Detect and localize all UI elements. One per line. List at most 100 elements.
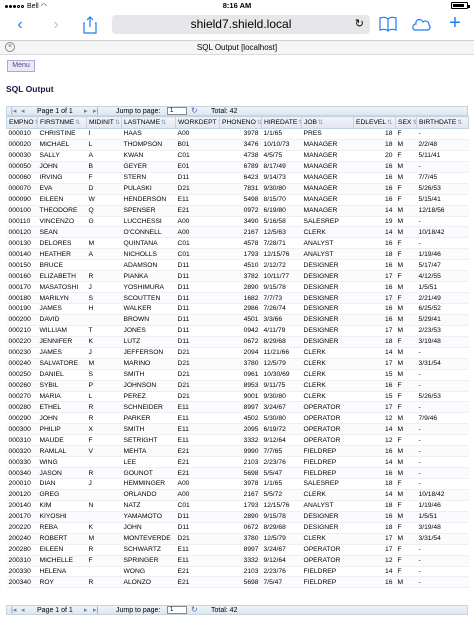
refresh-icon[interactable]: ↻ [191, 106, 198, 115]
chevron-left-icon[interactable]: ‹ [10, 16, 30, 34]
next-page-icon[interactable]: ▸ [84, 606, 88, 614]
table-row[interactable]: 200220 REBA K JOHN D11 0672 8/29/68 DESIGNER 18 F… [6, 522, 469, 534]
column-header-phoneno[interactable]: PHONENO⇅ [219, 116, 262, 129]
table-row[interactable]: 000170 MASATOSHI J YOSHIMURA D11 2890 9/15/78 D… [6, 281, 469, 294]
table-row[interactable]: 000300 PHILIP X SMITH E11 2095 6/19/72 OPERATOR… [6, 423, 469, 436]
column-header-firstnme[interactable]: FIRSTNME⇅ [37, 116, 87, 129]
cell-phoneno: 5698 [219, 467, 262, 479]
cell-edlevel: 16 [353, 303, 396, 315]
cell-empno: 000170 [6, 281, 38, 294]
sort-icon[interactable]: ⇅ [257, 120, 261, 126]
cell-sex: M [395, 161, 417, 173]
table-row[interactable]: 200310 MICHELLE F SPRINGER E11 3332 9/12/64 OPE… [6, 555, 469, 567]
table-row[interactable]: 000330 WING LEE E21 2103 2/23/76 FIELDREP 14 M - [6, 456, 469, 469]
plus-icon[interactable]: + [445, 13, 465, 33]
table-row[interactable]: 000270 MARIA L PEREZ D21 9001 9/30/80 CLERK 15 F 5… [6, 391, 469, 403]
column-header-edlevel[interactable]: EDLEVEL⇅ [353, 116, 396, 129]
table-row[interactable]: 000220 JENNIFER K LUTZ D11 0672 8/29/68 DESIGNE… [6, 336, 469, 348]
table-row[interactable]: 000180 MARILYN S SCOUTTEN D11 1682 7/7/73 DESIG… [6, 292, 469, 304]
table-row[interactable]: 200330 HELENA WONG E21 2103 2/23/76 FIELDREP 14… [6, 566, 469, 578]
share-icon[interactable] [80, 16, 100, 39]
jump-to-page-input[interactable]: 1 [167, 606, 187, 614]
column-header-hiredate[interactable]: HIREDATE⇅ [261, 116, 302, 129]
table-row[interactable]: 000030 SALLY A KWAN C01 4738 4/5/75 MANAGER 20 F 5… [6, 150, 469, 162]
table-row[interactable]: 000140 HEATHER A NICHOLLS C01 1793 12/15/76 ANA… [6, 248, 469, 261]
table-row[interactable]: 000090 EILEEN W HENDERSON E11 5498 8/15/70 MANA… [6, 194, 469, 206]
refresh-icon[interactable]: ↻ [191, 605, 198, 614]
table-row[interactable]: 000230 JAMES J JEFFERSON D21 2094 11/21/66 CLER… [6, 347, 469, 359]
column-header-birthdate[interactable]: BIRTHDATE⇅ [416, 116, 469, 129]
table-row[interactable]: 000290 JOHN R PARKER E11 4502 5/30/80 OPERATOR 1… [6, 412, 469, 425]
table-row[interactable]: 000200 DAVID BROWN D11 4501 3/3/66 DESIGNER 16 M… [6, 314, 469, 326]
table-row[interactable]: 000190 JAMES H WALKER D11 2986 7/26/74 DESIGNER… [6, 303, 469, 315]
menu-button[interactable]: Menu [7, 60, 35, 72]
table-row[interactable]: 200340 ROY R ALONZO E21 5698 7/5/47 FIELDREP 16 M… [6, 576, 469, 589]
column-header-midinit[interactable]: MIDINIT⇅ [86, 116, 122, 129]
jump-to-page-input[interactable]: 1 [167, 107, 187, 115]
table-row[interactable]: 000240 SALVATORE M MARINO D21 3780 12/5/79 CLER… [6, 358, 469, 370]
table-row[interactable]: 200010 DIAN J HEMMINGER A00 3978 1/1/65 SALESRE… [6, 478, 469, 490]
cell-hiredate: 5/5/47 [261, 467, 302, 479]
cell-midinit [86, 456, 122, 469]
cell-firstnme: WILLIAM [37, 325, 87, 337]
table-row[interactable]: 000110 VINCENZO G LUCCHESSI A00 3490 5/16/58 SA… [6, 216, 469, 228]
cell-firstnme: KIM [37, 500, 87, 512]
column-header-lastname[interactable]: LASTNAME⇅ [121, 116, 176, 129]
column-header-workdept[interactable]: WORKDEPT⇅ [175, 116, 220, 129]
table-row[interactable]: 000060 IRVING F STERN D11 6423 9/14/73 MANAGER 1… [6, 172, 469, 184]
table-row[interactable]: 000130 DELORES M QUINTANA C01 4578 7/28/71 ANAL… [6, 237, 469, 250]
cell-phoneno: 3780 [219, 358, 262, 370]
table-row[interactable]: 200170 KIYOSHI YAMAMOTO D11 2890 9/15/78 DESIG… [6, 511, 469, 523]
sort-icon[interactable]: ⇅ [387, 120, 392, 126]
sort-icon[interactable]: ⇅ [412, 120, 415, 126]
table-row[interactable]: 000250 DANIEL S SMITH D21 0961 10/30/69 CLERK 15… [6, 369, 469, 381]
sort-icon[interactable]: ⇅ [318, 120, 323, 126]
cell-firstnme: EILEEN [37, 544, 87, 556]
prev-page-icon[interactable]: ◂ [21, 606, 25, 614]
next-page-icon[interactable]: ▸ [84, 107, 88, 115]
table-row[interactable]: 000340 JASON R GOUNOT E21 5698 5/5/47 FIELDREP 1… [6, 467, 469, 479]
sort-icon[interactable]: ⇅ [75, 120, 80, 126]
reload-icon[interactable]: ↻ [355, 17, 364, 30]
last-page-icon[interactable]: ▸| [93, 606, 98, 614]
cell-firstnme: IRVING [37, 172, 87, 184]
chevron-right-icon[interactable]: › [46, 16, 66, 34]
sort-icon[interactable]: ⇅ [161, 120, 166, 126]
first-page-icon[interactable]: |◂ [11, 606, 16, 614]
first-page-icon[interactable]: |◂ [11, 107, 16, 115]
table-row[interactable]: 000050 JOHN B GEYER E01 6789 8/17/49 MANAGER 16 M… [6, 161, 469, 173]
cell-hiredate: 9/30/80 [261, 391, 302, 403]
table-row[interactable]: 000120 SEAN O'CONNELL A00 2167 12/5/63 CLERK 14… [6, 226, 469, 239]
table-row[interactable]: 000070 EVA D PULASKI D21 7831 9/30/80 MANAGER 16… [6, 183, 469, 195]
table-row[interactable]: 000010 CHRISTINE I HAAS A00 3978 1/1/65 PRES 18 F… [6, 128, 469, 140]
table-row[interactable]: 000100 THEODORE Q SPENSER E21 0972 6/19/80 MANA… [6, 205, 469, 217]
prev-page-icon[interactable]: ◂ [21, 107, 25, 115]
column-header-sex[interactable]: SEX⇅ [395, 116, 417, 129]
cell-lastname: SETRIGHT [121, 434, 176, 447]
table-row[interactable]: 000150 BRUCE ADAMSON D11 4510 2/12/72 DESIGNER… [6, 259, 469, 272]
sort-icon[interactable]: ⇅ [457, 120, 462, 126]
table-row[interactable]: 000280 ETHEL R SCHNEIDER E11 8997 3/24/67 OPERA… [6, 401, 469, 414]
cell-empno: 000290 [6, 412, 38, 425]
table-row[interactable]: 000310 MAUDE F SETRIGHT E11 3332 9/12/64 OPERAT… [6, 434, 469, 447]
cell-workdept: E21 [175, 467, 220, 479]
table-row[interactable]: 000020 MICHAEL L THOMPSON B01 3476 10/10/73 MAN… [6, 139, 469, 151]
cell-empno: 000320 [6, 445, 38, 458]
table-row[interactable]: 200280 EILEEN R SCHWARTZ E11 8997 3/24/67 OPERA… [6, 544, 469, 556]
cell-workdept: A00 [175, 216, 220, 228]
table-row[interactable]: 000260 SYBIL P JOHNSON D21 8953 9/11/75 CLERK 16… [6, 380, 469, 392]
column-header-empno[interactable]: EMPNO⇅ [6, 116, 38, 129]
table-row[interactable]: 200140 KIM N NATZ C01 1793 12/15/76 ANALYST 18 F 1… [6, 500, 469, 512]
table-row[interactable]: 000160 ELIZABETH R PIANKA D11 3782 10/11/77 DES… [6, 270, 469, 283]
cloud-icon[interactable] [410, 16, 431, 37]
column-header-job[interactable]: JOB⇅ [301, 116, 354, 129]
table-row[interactable]: 000320 RAMLAL V MEHTA E21 9990 7/7/65 FIELDREP 1… [6, 445, 469, 458]
table-row[interactable]: 000210 WILLIAM T JONES D11 0942 4/11/79 DESIGNE… [6, 325, 469, 337]
table-row[interactable]: 200240 ROBERT M MONTEVERDE D21 3780 12/5/79 CLE… [6, 533, 469, 545]
book-icon[interactable] [378, 16, 398, 37]
address-bar[interactable]: shield7.shield.local ↻ [112, 15, 370, 34]
sort-icon[interactable]: ⇅ [115, 120, 120, 126]
table-row[interactable]: 200120 GREG ORLANDO A00 2167 5/5/72 CLERK 14 M 10… [6, 489, 469, 501]
last-page-icon[interactable]: ▸| [93, 107, 98, 115]
cell-hiredate: 1/1/65 [261, 478, 302, 490]
